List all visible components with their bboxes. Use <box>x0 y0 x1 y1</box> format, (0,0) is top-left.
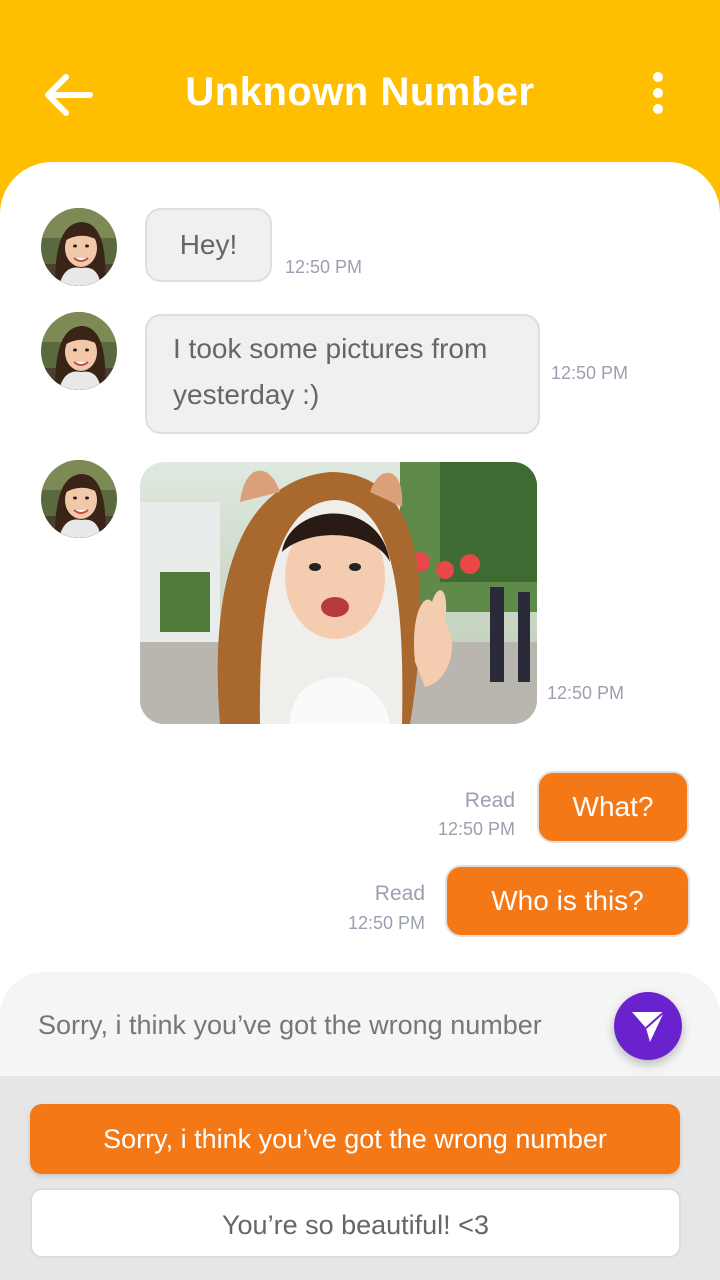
message-time: 12:50 PM <box>285 257 363 277</box>
send-icon <box>632 1011 665 1042</box>
more-vertical-icon <box>653 72 663 114</box>
avatar <box>41 460 117 538</box>
avatar <box>41 208 117 286</box>
message-bubble-incoming: I took some pictures from yesterday :) <box>145 314 540 434</box>
message-bubble-outgoing: Who is this? <box>445 865 690 937</box>
message-line: yesterday :) <box>173 379 320 410</box>
shared-photo[interactable] <box>140 462 537 724</box>
quick-reply-button[interactable]: You’re so beautiful! <3 <box>30 1188 681 1258</box>
message-bubble-incoming: Hey! <box>145 208 272 282</box>
page-title: Unknown Number <box>185 70 535 114</box>
more-menu-button[interactable] <box>646 70 670 118</box>
quick-reply-button[interactable]: Sorry, i think you’ve got the wrong numb… <box>30 1104 680 1174</box>
send-button[interactable] <box>614 992 682 1060</box>
message-input[interactable]: Sorry, i think you’ve got the wrong numb… <box>38 1010 542 1041</box>
message-time: 12:50 PM <box>438 819 516 839</box>
message-time: 12:50 PM <box>551 363 629 383</box>
avatar <box>41 312 117 390</box>
message-bubble-outgoing: What? <box>537 771 689 843</box>
message-time: 12:50 PM <box>348 913 426 933</box>
read-status: Read <box>464 789 515 812</box>
read-status: Read <box>374 882 425 905</box>
message-time: 12:50 PM <box>547 683 625 703</box>
message-line: I took some pictures from <box>173 333 488 364</box>
